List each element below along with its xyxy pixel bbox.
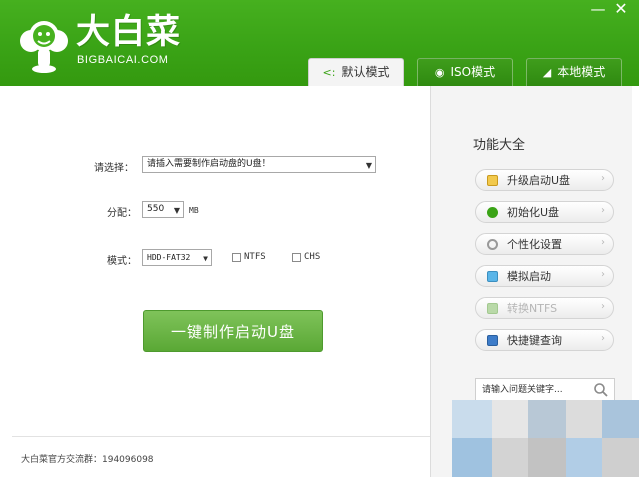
chevron-right-icon: ›	[601, 301, 605, 312]
pixelated-watermark	[452, 400, 639, 477]
cabbage-logo-icon	[20, 21, 68, 73]
search-icon[interactable]	[593, 382, 609, 398]
alloc-size-value: 550	[147, 204, 165, 214]
chevron-down-icon: ▼	[203, 254, 208, 263]
close-button[interactable]: ✕	[610, 0, 632, 20]
chevron-right-icon: ›	[601, 269, 605, 280]
chevron-down-icon: ▼	[173, 206, 180, 215]
ntfs-option: NTFS	[232, 252, 266, 262]
tab-default-mode[interactable]: <: 默认模式	[308, 58, 404, 86]
upgrade-usb-button[interactable]: 升级启动U盘 ›	[475, 169, 614, 191]
simulate-icon	[487, 270, 498, 282]
usb-select-value: 请插入需要制作启动盘的U盘！	[147, 159, 271, 169]
mode-dropdown[interactable]: HDD-FAT32 ▼	[142, 249, 212, 266]
tab-label: 本地模式	[557, 65, 606, 79]
mode-value: HDD-FAT32	[147, 253, 191, 262]
settings-icon	[487, 238, 498, 250]
tab-local-mode[interactable]: ◢ 本地模式	[526, 58, 622, 86]
chevron-right-icon: ›	[601, 205, 605, 216]
search-placeholder: 请输入问题关键字...	[482, 385, 563, 395]
alloc-unit: MB	[189, 206, 199, 215]
disc-icon: ◉	[434, 66, 445, 79]
simulate-boot-button[interactable]: 模拟启动 ›	[475, 265, 614, 287]
chs-option: CHS	[292, 252, 320, 262]
ntfs-label: NTFS	[244, 252, 266, 262]
sidebar-title: 功能大全	[473, 138, 526, 153]
init-usb-label: 初始化U盘	[507, 206, 560, 219]
chs-checkbox[interactable]	[292, 252, 301, 262]
chs-label: CHS	[304, 252, 321, 262]
wifi-icon: ◢	[542, 66, 552, 79]
init-usb-button[interactable]: 初始化U盘 ›	[475, 201, 614, 223]
ntfs-checkbox[interactable]	[232, 252, 241, 262]
shortcut-query-button[interactable]: 快捷键查询 ›	[475, 329, 614, 351]
mode-label: 模式：	[107, 256, 137, 267]
tab-label: ISO模式	[450, 65, 496, 79]
chevron-right-icon: ›	[601, 333, 605, 344]
chevron-down-icon: ▼	[365, 161, 372, 170]
brand-name-cn: 大白菜	[76, 12, 181, 52]
chevron-right-icon: ›	[601, 237, 605, 248]
left-panel: 请选择： 请插入需要制作启动盘的U盘！ ▼ 分配： 550 ▼ MB 模式： H…	[6, 86, 434, 477]
footer-divider	[12, 436, 434, 437]
upgrade-usb-label: 升级启动U盘	[507, 174, 571, 187]
tab-label: 默认模式	[341, 65, 390, 79]
upgrade-icon	[487, 174, 498, 186]
init-icon	[487, 206, 498, 218]
convert-ntfs-button[interactable]: 转换NTFS ›	[475, 297, 614, 319]
header-bar: 大白菜 BIGBAICAI.COM — ✕ <: 默认模式 ◉ ISO模式 ◢ …	[0, 0, 639, 86]
make-bootable-usb-button[interactable]: 一键制作启动U盘	[143, 310, 323, 352]
share-icon: <:	[322, 66, 336, 79]
personalize-label: 个性化设置	[507, 238, 562, 251]
minimize-button[interactable]: —	[587, 0, 609, 20]
app-window: 大白菜 BIGBAICAI.COM — ✕ <: 默认模式 ◉ ISO模式 ◢ …	[0, 0, 639, 477]
brand-name-en: BIGBAICAI.COM	[77, 54, 169, 66]
alloc-size-dropdown[interactable]: 550 ▼	[142, 201, 184, 218]
book-icon	[487, 334, 498, 346]
usb-select-dropdown[interactable]: 请插入需要制作启动盘的U盘！ ▼	[142, 156, 376, 173]
shortcut-query-label: 快捷键查询	[507, 334, 562, 347]
simulate-boot-label: 模拟启动	[507, 270, 551, 283]
chevron-right-icon: ›	[601, 173, 605, 184]
footer-group-text: 大白菜官方交流群：194096098	[21, 455, 154, 465]
alloc-label: 分配：	[107, 208, 137, 219]
convert-icon	[487, 302, 498, 314]
select-label: 请选择：	[94, 163, 134, 174]
tab-iso-mode[interactable]: ◉ ISO模式	[417, 58, 513, 86]
question-search-input[interactable]: 请输入问题关键字...	[475, 378, 615, 402]
convert-ntfs-label: 转换NTFS	[507, 302, 558, 315]
personalize-button[interactable]: 个性化设置 ›	[475, 233, 614, 255]
